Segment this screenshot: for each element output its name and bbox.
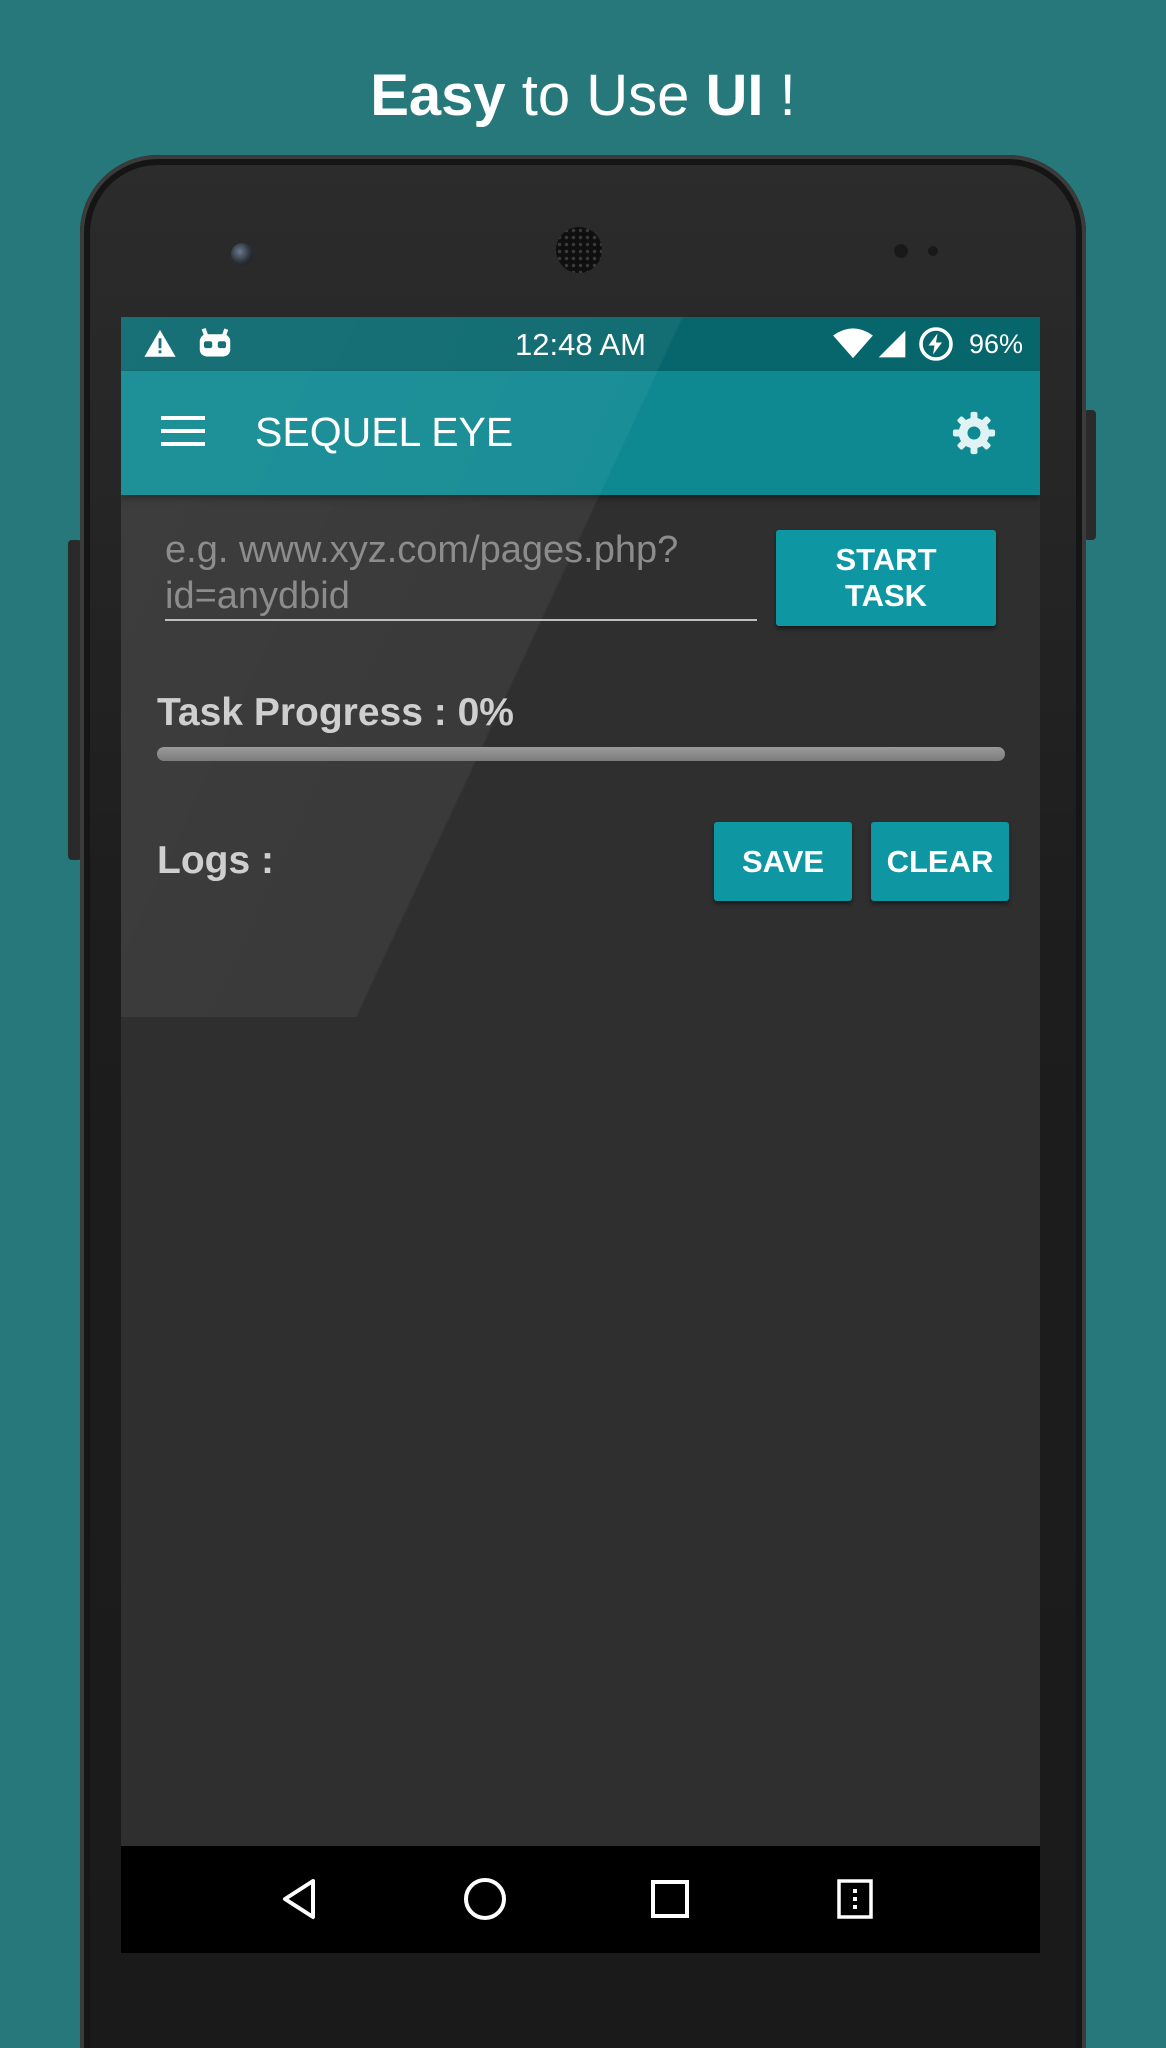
url-input[interactable] [165, 527, 757, 621]
start-task-label-line1: START [835, 542, 937, 577]
cell-signal-icon [878, 330, 906, 358]
promo-headline: Easy to Use UI ! [0, 58, 1166, 134]
logs-label: Logs : [157, 839, 274, 882]
navigation-bar [121, 1846, 1040, 1953]
headline-exclamation: ! [763, 63, 796, 128]
headline-word-easy: Easy [370, 63, 506, 128]
headline-word-ui: UI [705, 63, 764, 128]
task-progress-bar [157, 747, 1005, 761]
app-toolbar: SEQUEL EYE [121, 371, 1040, 495]
gear-icon[interactable] [951, 410, 997, 456]
light-sensor [928, 246, 938, 256]
start-task-button[interactable]: START TASK [776, 530, 996, 626]
wifi-icon [833, 328, 873, 359]
back-icon[interactable] [277, 1876, 323, 1922]
front-camera-icon [231, 243, 253, 265]
start-task-label: START TASK [835, 542, 936, 614]
home-icon[interactable] [462, 1876, 508, 1922]
recents-icon[interactable] [650, 1879, 690, 1919]
status-bar: 12:48 AM 96% [121, 317, 1040, 371]
start-task-label-line2: TASK [844, 578, 928, 613]
menu-icon[interactable] [161, 414, 205, 448]
task-progress-label: Task Progress : 0% [157, 691, 514, 734]
overflow-menu-icon[interactable] [837, 1879, 873, 1919]
battery-percentage: 96% [969, 329, 1024, 359]
earpiece-speaker [556, 227, 602, 273]
promo-screenshot: Easy to Use UI ! 12:48 AM 96% SEQUEL EYE… [0, 0, 1166, 2048]
save-button[interactable]: SAVE [714, 822, 852, 901]
app-title: SEQUEL EYE [255, 409, 514, 455]
phone-screen: 12:48 AM 96% SEQUEL EYE e.g. www.xyz.com… [121, 317, 1040, 1953]
battery-charging-icon [919, 327, 953, 361]
proximity-sensor [894, 244, 908, 258]
clear-button[interactable]: CLEAR [871, 822, 1009, 901]
headline-word-to-use: to Use [505, 63, 706, 128]
